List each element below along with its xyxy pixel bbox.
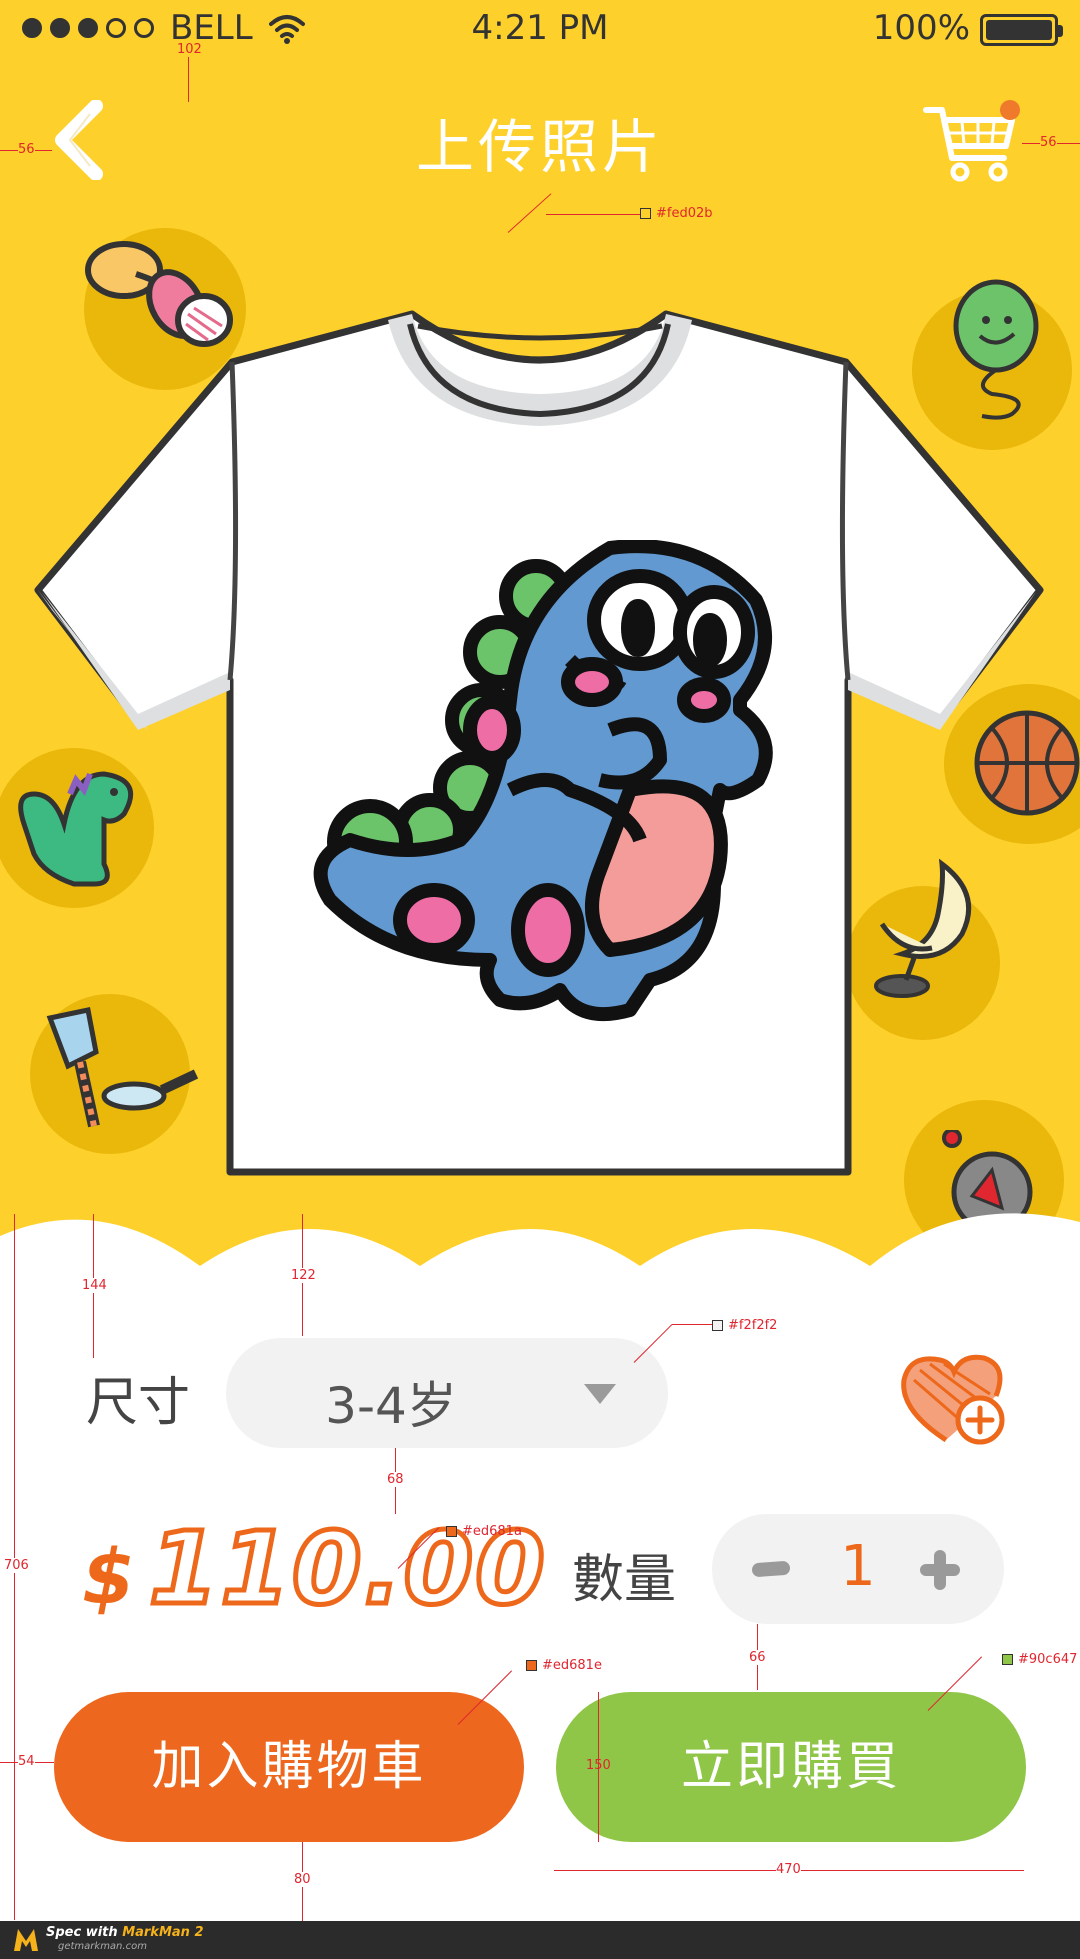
spec-label: 470 [776, 1862, 801, 1877]
markman-footer: Spec with MarkMan 2 getmarkman.com [0, 1921, 1080, 1959]
footer-brand-name: MarkMan 2 [122, 1925, 204, 1940]
size-label: 尺寸 [86, 1373, 191, 1433]
battery-icon [980, 14, 1063, 46]
spec-label: 56 [1040, 135, 1057, 150]
buy-now-button[interactable]: 立即購買 [556, 1692, 1026, 1842]
color-swatch [712, 1320, 723, 1331]
plus-icon[interactable] [920, 1550, 960, 1590]
spec-line [507, 193, 552, 233]
cart-badge [1000, 100, 1020, 120]
footer-brand-prefix: Spec with [46, 1925, 123, 1940]
color-swatch [640, 208, 651, 219]
chevron-down-icon [584, 1384, 616, 1404]
spec-line [546, 214, 640, 215]
heart-add-icon [901, 1354, 1005, 1445]
size-value: 3-4岁 [325, 1377, 457, 1435]
spec-line [188, 54, 189, 102]
dinosaur-print [310, 539, 780, 1040]
markman-logo-icon [14, 1929, 38, 1951]
size-select[interactable]: 3-4岁 [226, 1338, 668, 1448]
quantity-label: 數量 [572, 1550, 677, 1610]
color-swatch [446, 1526, 457, 1537]
spec-label: 122 [291, 1268, 316, 1283]
price-currency: $ [82, 1532, 137, 1621]
spec-label: #fed02b [656, 206, 713, 221]
color-swatch [526, 1660, 537, 1671]
spec-label: #ed681e [542, 1658, 602, 1673]
spec-line [672, 1324, 714, 1325]
footer-site: getmarkman.com [58, 1941, 147, 1952]
cart-button[interactable] [922, 96, 1022, 186]
spec-label: 102 [177, 42, 202, 57]
spec-label: #ed681a [462, 1524, 522, 1539]
status-bar: BELL 4:21 PM 100% [0, 0, 1080, 60]
spec-label: 80 [294, 1872, 311, 1887]
spec-label: #90c647 [1018, 1652, 1078, 1667]
add-favorite-button[interactable] [900, 1350, 1010, 1460]
battery-percent: 100% [872, 8, 970, 48]
spec-label: 56 [18, 142, 35, 157]
spec-label: #f2f2f2 [728, 1318, 778, 1333]
add-to-cart-button[interactable]: 加入購物車 [54, 1692, 524, 1842]
spec-label: 54 [18, 1754, 35, 1769]
spec-label: 706 [4, 1558, 29, 1573]
dinosaur-print-icon [313, 539, 773, 1022]
footer-brand: Spec with MarkMan 2 [46, 1925, 204, 1940]
quantity-value[interactable]: 1 [712, 1534, 1004, 1599]
spec-label: 68 [387, 1472, 404, 1487]
spec-label: 144 [82, 1278, 107, 1293]
color-swatch [1002, 1654, 1013, 1665]
quantity-stepper: 1 [712, 1514, 1004, 1624]
page-title: 上传照片 [415, 113, 664, 181]
spec-label: 150 [586, 1758, 611, 1773]
spec-label: 66 [749, 1650, 766, 1665]
